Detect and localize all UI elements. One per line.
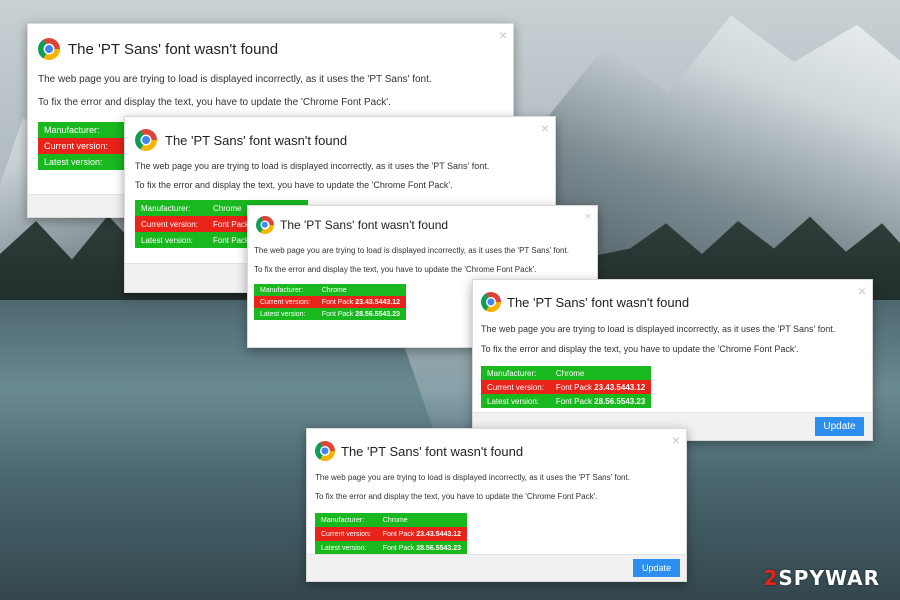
dialog-title: The 'PT Sans' font wasn't found [341, 443, 524, 459]
latest-version-label: Latest version: [315, 541, 377, 555]
dialog-instruction: To fix the error and display the text, y… [254, 265, 537, 274]
chrome-logo-icon [256, 216, 274, 234]
manufacturer-value: Chrome [315, 284, 407, 296]
manufacturer-label: Manufacturer: [254, 284, 316, 296]
close-icon[interactable]: × [585, 210, 591, 224]
dialog-title: The 'PT Sans' font wasn't found [507, 294, 690, 310]
dialog-title: The 'PT Sans' font wasn't found [68, 40, 279, 58]
current-version-value: Font Pack 23.43.5443.12 [549, 380, 652, 394]
dialog-header: The 'PT Sans' font wasn't found [38, 38, 513, 60]
manufacturer-label: Manufacturer: [38, 122, 118, 138]
latest-version-label: Latest version: [254, 308, 316, 320]
manufacturer-label: Manufacturer: [135, 200, 207, 216]
current-version-label: Current version: [254, 296, 316, 308]
update-button[interactable]: Update [815, 417, 864, 436]
current-version-value: Font Pack 23.43.5443.12 [376, 527, 468, 541]
manufacturer-label: Manufacturer: [481, 366, 550, 380]
dialog-instruction: To fix the error and display the text, y… [38, 97, 391, 108]
version-table: Manufacturer: Chrome Current version: Fo… [315, 513, 468, 555]
dialog-message: The web page you are trying to load is d… [315, 473, 630, 482]
dialog-message: The web page you are trying to load is d… [481, 324, 836, 334]
close-icon[interactable]: × [672, 433, 680, 447]
dialog-message: The web page you are trying to load is d… [254, 246, 569, 255]
manufacturer-row: Manufacturer: Chrome [254, 284, 407, 296]
manufacturer-label: Manufacturer: [315, 513, 377, 527]
dialog-header: The 'PT Sans' font wasn't found [315, 441, 686, 461]
dialog-message: The web page you are trying to load is d… [135, 161, 490, 171]
close-icon[interactable]: × [858, 284, 866, 298]
close-icon[interactable]: × [499, 28, 507, 42]
current-version-label: Current version: [481, 380, 550, 394]
dialog-instruction: To fix the error and display the text, y… [481, 344, 799, 354]
update-button[interactable]: Update [633, 559, 680, 577]
latest-version-row: Latest version: Font Pack 28.56.5543.23 [254, 308, 407, 320]
font-error-dialog: × The 'PT Sans' font wasn't found The we… [306, 428, 687, 582]
dialog-header: The 'PT Sans' font wasn't found [256, 216, 597, 234]
font-error-dialog: × The 'PT Sans' font wasn't found The we… [472, 279, 873, 441]
latest-version-value: Font Pack 28.56.5543.23 [549, 394, 652, 408]
latest-version-label: Latest version: [135, 232, 207, 248]
latest-version-row: Latest version: Font Pack 28.56.5543.23 [481, 394, 652, 408]
manufacturer-value: Chrome [376, 513, 468, 527]
current-version-label: Current version: [315, 527, 377, 541]
version-table: Manufacturer: Chrome Current version: Fo… [254, 284, 407, 320]
dialog-header: The 'PT Sans' font wasn't found [135, 129, 555, 151]
dialog-title: The 'PT Sans' font wasn't found [280, 218, 449, 232]
latest-version-label: Latest version: [481, 394, 550, 408]
current-version-row: Current version: Font Pack 23.43.5443.12 [315, 527, 468, 541]
close-icon[interactable]: × [541, 121, 549, 135]
chrome-logo-icon [38, 38, 60, 60]
dialog-instruction: To fix the error and display the text, y… [135, 180, 453, 190]
manufacturer-row: Manufacturer: Chrome [315, 513, 468, 527]
current-version-row: Current version: Font Pack 23.43.5443.12 [254, 296, 407, 308]
current-version-row: Current version: Font Pack 23.43.5443.12 [481, 380, 652, 394]
latest-version-value: Font Pack 28.56.5543.23 [376, 541, 468, 555]
dialog-title: The 'PT Sans' font wasn't found [165, 132, 348, 148]
dialog-instruction: To fix the error and display the text, y… [315, 492, 598, 501]
current-version-label: Current version: [38, 138, 118, 154]
version-table: Manufacturer: Chrome Current version: Fo… [481, 366, 652, 408]
chrome-logo-icon [481, 292, 501, 312]
current-version-label: Current version: [135, 216, 207, 232]
chrome-logo-icon [135, 129, 157, 151]
site-watermark: 2SPYWAR [763, 566, 880, 590]
current-version-value: Font Pack 23.43.5443.12 [315, 296, 407, 308]
chrome-logo-icon [315, 441, 335, 461]
dialog-message: The web page you are trying to load is d… [38, 74, 432, 85]
manufacturer-row: Manufacturer: Chrome [481, 366, 652, 380]
dialog-header: The 'PT Sans' font wasn't found [481, 292, 872, 312]
latest-version-label: Latest version: [38, 154, 118, 170]
latest-version-value: Font Pack 28.56.5543.23 [315, 308, 407, 320]
dialog-footer: Update [307, 554, 686, 581]
latest-version-row: Latest version: Font Pack 28.56.5543.23 [315, 541, 468, 555]
manufacturer-value: Chrome [549, 366, 652, 380]
